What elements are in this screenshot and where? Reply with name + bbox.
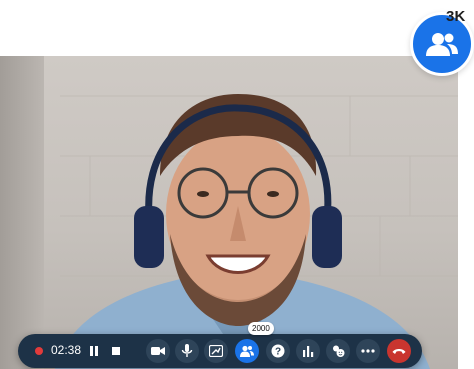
share-screen-icon [209,345,223,357]
end-call-button[interactable] [387,339,411,363]
microphone-button[interactable] [175,339,199,363]
participant-count-label: 3K [446,8,466,25]
video-camera-icon [151,347,165,355]
more-button[interactable] [356,339,380,363]
participants-button[interactable] [235,339,259,363]
people-icon [426,33,458,56]
reactions-icon [333,345,345,357]
help-button[interactable]: ? [266,339,290,363]
question-icon: ? [271,344,285,358]
stop-button[interactable] [104,339,128,363]
bar-chart-icon [303,346,314,357]
call-timer: 02:38 [51,343,82,357]
video-button[interactable] [146,339,170,363]
reactions-button[interactable] [326,339,350,363]
microphone-icon [181,344,193,357]
svg-text:?: ? [275,347,281,358]
participant-count-badge: 2000 [248,322,274,335]
recording-dot-icon [35,347,43,355]
people-icon [240,345,254,357]
video-feed [0,56,458,369]
pause-icon [90,346,98,356]
stop-icon [112,347,120,355]
participant-video [55,94,458,369]
call-toolbar: 02:38 2000 ? [18,322,422,368]
more-icon [361,349,375,353]
hang-up-icon [392,349,406,354]
share-screen-button[interactable] [204,339,228,363]
pause-button[interactable] [82,339,106,363]
polls-button[interactable] [296,339,320,363]
